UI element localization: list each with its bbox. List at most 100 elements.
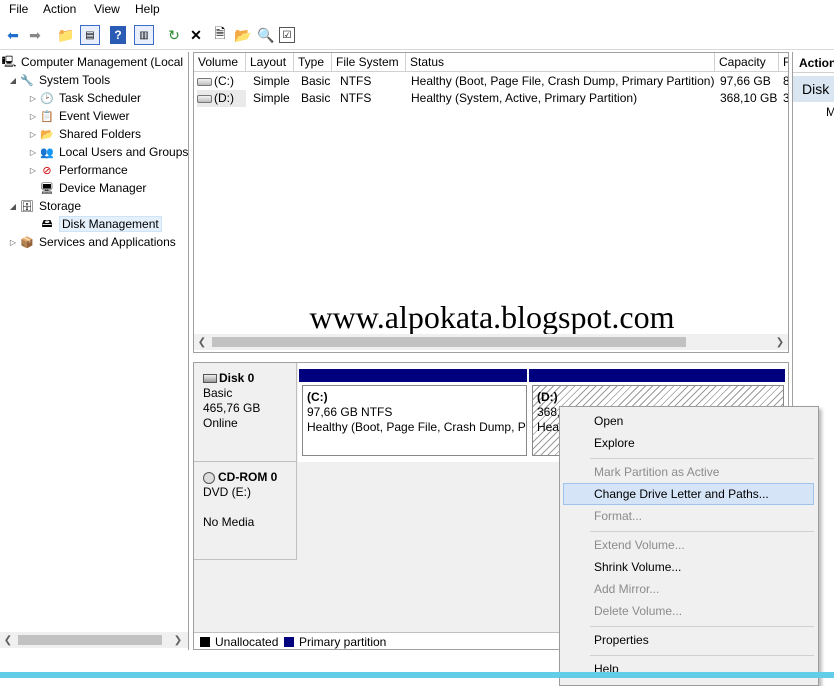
scrollbar-thumb[interactable] (18, 635, 162, 645)
volume-list: Volume Layout Type File System Status Ca… (193, 52, 789, 353)
tree-node-computer-management[interactable]: 🖳 Computer Management (Local (1, 53, 183, 71)
cdrom-0-label[interactable]: CD-ROM 0 DVD (E:) No Media (194, 462, 297, 560)
column-header-capacity[interactable]: Capacity (715, 53, 779, 72)
cdrom-spacer (203, 500, 296, 515)
menu-separator (590, 626, 814, 627)
expand-arrow-icon[interactable]: ▷ (27, 94, 39, 103)
expand-arrow-icon[interactable]: ▷ (27, 130, 39, 139)
column-header-type[interactable]: Type (294, 53, 332, 72)
menu-action[interactable]: Action (43, 2, 76, 16)
scrollbar-thumb[interactable] (212, 337, 686, 347)
menu-bar: File Action View Help (0, 0, 834, 20)
tree-label-event-viewer: Event Viewer (59, 109, 130, 123)
cell-capacity: 97,66 GB (720, 74, 771, 88)
menu-item-properties[interactable]: Properties (563, 629, 814, 651)
cell-volume: (C:) (197, 73, 246, 90)
expand-arrow-icon[interactable]: ▷ (27, 148, 39, 157)
tree-node-disk-management[interactable]: 🖴 Disk Management (39, 215, 162, 233)
column-header-status[interactable]: Status (406, 53, 715, 72)
delete-icon[interactable]: ✕ (186, 25, 206, 45)
refresh-icon[interactable]: ↻ (164, 25, 184, 45)
menu-view[interactable]: View (94, 2, 120, 16)
expand-arrow-icon[interactable]: ▷ (7, 238, 19, 247)
hard-disk-icon (203, 374, 217, 384)
collapse-arrow-icon[interactable]: ◢ (7, 202, 19, 211)
tree-node-event-viewer[interactable]: ▷ 📋 Event Viewer (27, 107, 130, 125)
context-menu: Open Explore Mark Partition as Active Ch… (559, 406, 819, 686)
show-hide-tree-icon[interactable]: ▤ (80, 25, 100, 45)
menu-item-mark-active[interactable]: Mark Partition as Active (563, 461, 814, 483)
column-header-layout[interactable]: Layout (246, 53, 294, 72)
actions-header: Action (793, 52, 834, 73)
back-arrow-icon[interactable]: ⬅ (3, 25, 23, 45)
menu-item-extend-volume[interactable]: Extend Volume... (563, 534, 814, 556)
menu-item-format[interactable]: Format... (563, 505, 814, 527)
device-manager-icon: 🖥 (40, 182, 54, 195)
drive-icon (197, 77, 212, 86)
tree-node-shared-folders[interactable]: ▷ 📂 Shared Folders (27, 125, 141, 143)
cell-free-space: 8 (783, 73, 788, 90)
tree-node-performance[interactable]: ▷ ⊘ Performance (27, 161, 128, 179)
menu-item-open[interactable]: Open (563, 410, 814, 432)
properties-icon[interactable]: 🗎 (210, 25, 230, 45)
partition-d-title: (D:) (537, 390, 558, 404)
tree-node-storage[interactable]: ◢ 🗄 Storage (7, 197, 81, 215)
menu-separator (590, 458, 814, 459)
scroll-left-arrow-icon[interactable]: ❮ (0, 632, 16, 648)
actions-selected-disk[interactable]: Disk (793, 76, 834, 102)
watermark-text: www.alpokata.blogspot.com (309, 299, 675, 335)
open-icon[interactable]: 📂 (233, 25, 253, 45)
cell-type: Basic (301, 74, 331, 88)
tree-node-services[interactable]: ▷ 📦 Services and Applications (7, 233, 176, 251)
collapse-arrow-icon[interactable]: ◢ (7, 76, 19, 85)
partition-c[interactable]: (C:) 97,66 GB NTFS Healthy (Boot, Page F… (302, 385, 527, 456)
legend-unallocated: Unallocated (215, 635, 279, 649)
event-log-icon: 📋 (40, 110, 54, 123)
tree-label-root: Computer Management (Local (21, 55, 184, 69)
partition-d-bar (529, 369, 785, 382)
menu-item-add-mirror[interactable]: Add Mirror... (563, 578, 814, 600)
tree-node-system-tools[interactable]: ◢ 🔧 System Tools (7, 71, 110, 89)
checklist-icon[interactable]: ☑ (279, 27, 295, 43)
menu-file[interactable]: File (9, 2, 28, 16)
actions-more-link[interactable]: M (826, 105, 834, 119)
menu-item-shrink-volume[interactable]: Shrink Volume... (563, 556, 814, 578)
menu-separator (590, 531, 814, 532)
shared-folder-icon: 📂 (40, 128, 54, 141)
cdrom-0-drive: DVD (E:) (203, 485, 251, 499)
column-header-file-system[interactable]: File System (332, 53, 406, 72)
expand-arrow-icon[interactable]: ▷ (27, 166, 39, 175)
column-header-volume[interactable]: Volume (194, 53, 246, 72)
menu-help[interactable]: Help (135, 2, 160, 16)
menu-item-explore[interactable]: Explore (563, 432, 814, 454)
show-hide-action-pane-icon[interactable]: ▥ (134, 25, 154, 45)
scroll-right-arrow-icon[interactable]: ❯ (170, 632, 186, 648)
expand-arrow-icon[interactable]: ▷ (27, 112, 39, 121)
disk-0-state: Online (203, 416, 238, 430)
partition-c-status: Healthy (Boot, Page File, Crash Dump, Pr (307, 420, 527, 434)
forward-arrow-icon[interactable]: ➡ (25, 25, 45, 45)
column-header-free-space[interactable]: F (779, 53, 788, 72)
volume-list-horizontal-scrollbar[interactable]: ❮ ❯ (194, 334, 788, 350)
cell-capacity: 368,10 GB (720, 91, 778, 105)
menu-item-delete-volume[interactable]: Delete Volume... (563, 600, 814, 622)
up-folder-icon[interactable]: 📁 (56, 25, 76, 45)
performance-icon: ⊘ (42, 164, 52, 177)
scroll-right-arrow-icon[interactable]: ❯ (772, 334, 788, 350)
disk-0-name: Disk 0 (219, 371, 255, 385)
services-icon: 📦 (20, 236, 34, 249)
clock-icon: 🕑 (40, 92, 54, 105)
search-icon[interactable]: 🔍 (256, 25, 276, 45)
help-icon[interactable]: ? (110, 26, 126, 44)
tree-node-local-users[interactable]: ▷ 👥 Local Users and Groups (27, 143, 188, 161)
scroll-left-arrow-icon[interactable]: ❮ (194, 334, 210, 350)
disk-management-icon: 🖴 (41, 217, 53, 230)
tree-horizontal-scrollbar[interactable]: ❮ ❯ (0, 632, 188, 648)
menu-item-change-drive-letter[interactable]: Change Drive Letter and Paths... (563, 483, 814, 505)
disk-0-size: 465,76 GB (203, 401, 261, 415)
disk-0-label[interactable]: Disk 0 Basic 465,76 GB Online (194, 363, 297, 462)
tree-label-system-tools: System Tools (39, 73, 111, 87)
tree-node-task-scheduler[interactable]: ▷ 🕑 Task Scheduler (27, 89, 141, 107)
bottom-status-strip (0, 672, 834, 678)
tree-node-device-manager[interactable]: 🖥 Device Manager (39, 179, 146, 197)
